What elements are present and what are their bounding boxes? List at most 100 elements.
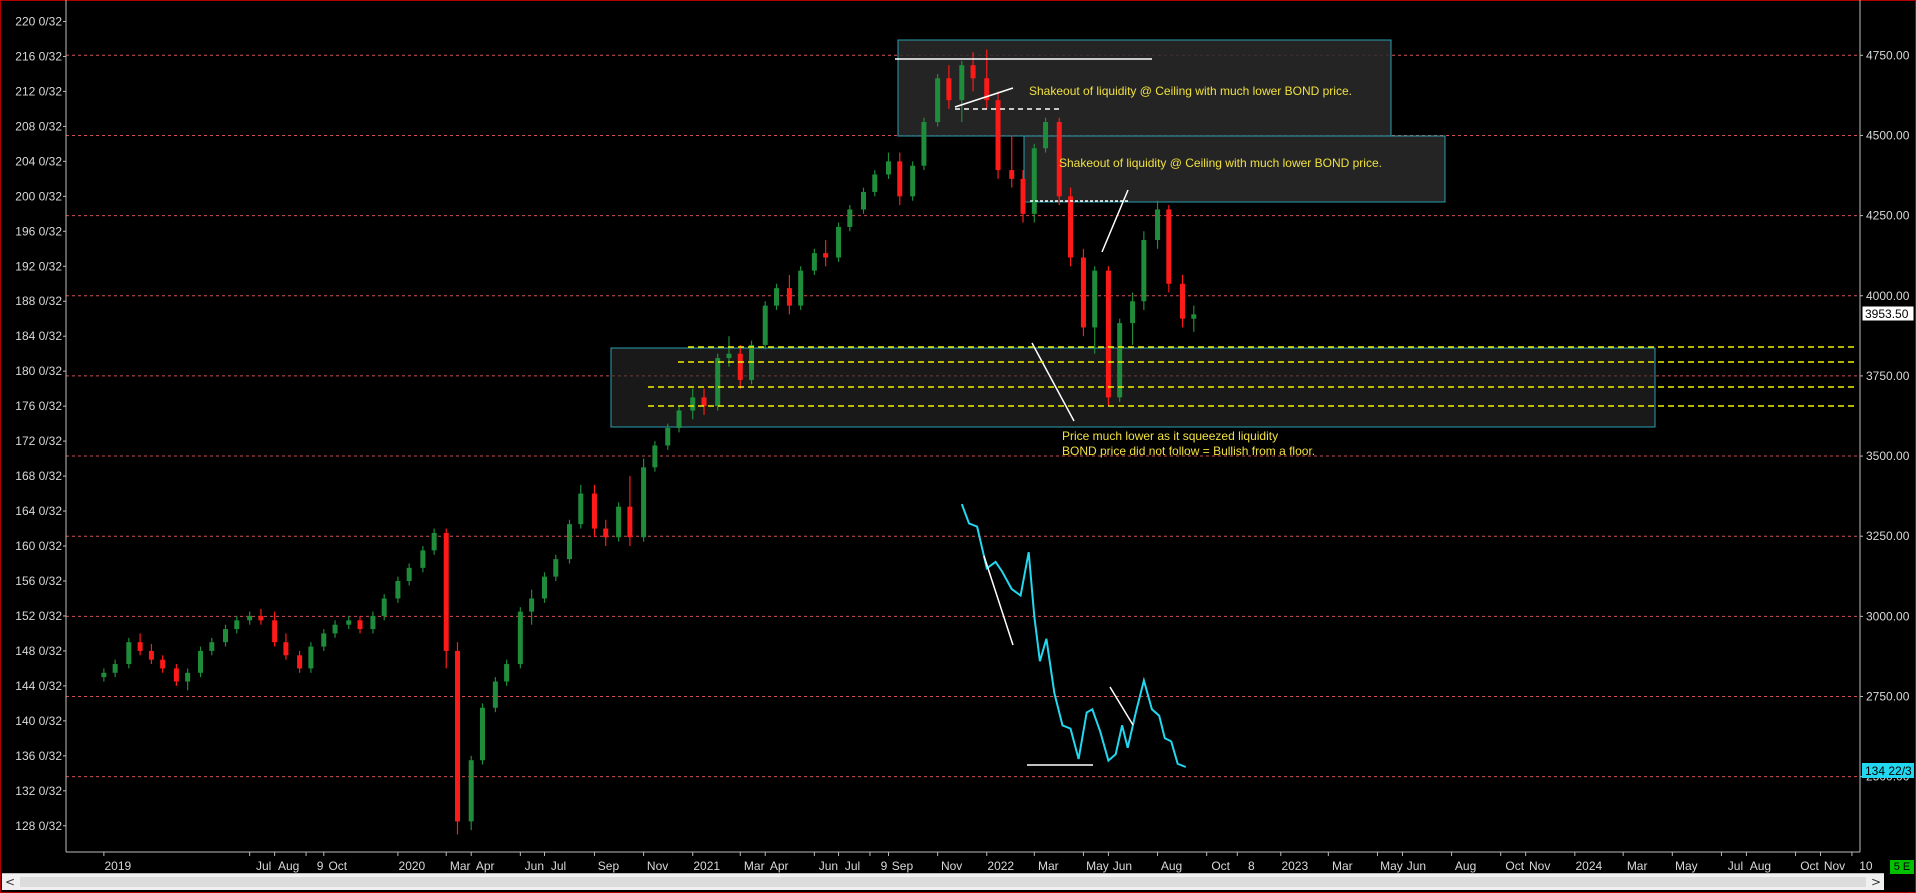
scroll-track[interactable] (20, 877, 1866, 887)
candle-body (198, 650, 204, 673)
x-axis-label: Aug (278, 859, 299, 873)
bond-series (960, 503, 1187, 768)
candle-body (1009, 170, 1015, 179)
x-axis-label: Oct (1505, 859, 1524, 873)
candle-body (578, 493, 584, 525)
candle-body (479, 707, 485, 761)
right-axis-label: 4750.00 (1866, 48, 1910, 62)
left-axis-label: 140 0/32 (15, 714, 62, 728)
candle-body (443, 532, 449, 651)
left-axis-label: 156 0/32 (15, 574, 62, 588)
candle-body (468, 760, 474, 822)
candle-body (492, 681, 498, 708)
x-axis-label: Jun (525, 859, 544, 873)
x-axis-label: Jul (1728, 859, 1743, 873)
candle-body (1068, 196, 1074, 258)
scroll-left-icon[interactable]: < (2, 874, 18, 890)
candle-body (847, 209, 853, 227)
candle-body (455, 650, 461, 822)
horizontal-scrollbar[interactable]: < > (2, 873, 1884, 890)
candle-body (517, 611, 523, 665)
right-axis-label: 2750.00 (1866, 690, 1910, 704)
candle-body (762, 305, 768, 345)
candle-body (959, 65, 965, 101)
price-chart[interactable]: Shakeout of liquidity @ Ceiling with muc… (0, 0, 1916, 893)
candle-body (1180, 283, 1186, 319)
x-axis-label: Oct (328, 859, 347, 873)
candle-body (715, 358, 721, 407)
candle-body (406, 567, 412, 581)
x-axis: 2019 Jul Aug 9 Oct 2020 Mar Apr Jun Jul Sep Nov 2021… (103, 852, 1873, 873)
candle-body (665, 428, 671, 446)
x-axis-label: Sep (892, 859, 914, 873)
candle-body (726, 353, 732, 359)
candle-body (1155, 209, 1161, 241)
candle-body (1092, 270, 1098, 328)
candle-body (321, 633, 327, 647)
candle-body (332, 624, 338, 634)
candle-body (566, 524, 572, 560)
left-axis-label: 136 0/32 (15, 749, 62, 763)
candle-body (701, 397, 707, 407)
right-axis-label: 3500.00 (1866, 449, 1910, 463)
candle-body (603, 528, 609, 538)
x-axis-label: 10 (1859, 859, 1873, 873)
candle-body (209, 642, 215, 651)
x-axis-label: Aug (1455, 859, 1476, 873)
candle-body (234, 620, 240, 630)
left-axis-label: 180 0/32 (15, 364, 62, 378)
bond-line (960, 503, 1187, 768)
candle-body (921, 122, 927, 166)
bond-last-label: 134 22/3 (1865, 764, 1912, 778)
candle-body (897, 161, 903, 197)
x-axis-label: Jun (819, 859, 838, 873)
candle-body (885, 161, 891, 175)
x-axis-label: Oct (1211, 859, 1230, 873)
x-axis-label: Mar (1627, 859, 1648, 873)
x-axis-label: Nov (941, 859, 962, 873)
x-axis-label: Nov (1529, 859, 1550, 873)
x-axis-label: Apr (770, 859, 789, 873)
left-axis-label: 212 0/32 (15, 84, 62, 98)
x-axis-label: Jun (1113, 859, 1132, 873)
candle-body (970, 65, 976, 79)
scroll-right-icon[interactable]: > (1868, 874, 1884, 890)
x-axis-label: Mar (1038, 859, 1059, 873)
candle-body (616, 506, 622, 538)
candle-body (420, 550, 426, 568)
candle-body (160, 659, 166, 669)
annotation-zones (610, 39, 1656, 428)
candle-body (823, 253, 829, 258)
left-axis-label: 132 0/32 (15, 784, 62, 798)
left-axis-label: 144 0/32 (15, 679, 62, 693)
left-axis-label: 200 0/32 (15, 189, 62, 203)
right-axis-label: 3250.00 (1866, 529, 1910, 543)
candle-body (381, 598, 387, 616)
candle-body (529, 598, 535, 612)
x-axis-label: Jun (1407, 859, 1426, 873)
candle-body (357, 620, 363, 630)
x-axis-label: 9 (881, 859, 888, 873)
bond-trend-1 (983, 555, 1014, 646)
candle-body (676, 410, 682, 428)
right-axis-label: 4000.00 (1866, 289, 1910, 303)
x-axis-label: Aug (1750, 859, 1771, 873)
left-axis-label: 164 0/32 (15, 504, 62, 518)
candle-body (431, 532, 437, 551)
left-axis-label: 172 0/32 (15, 434, 62, 448)
bond-trend-2 (1109, 686, 1134, 726)
left-axis-label: 192 0/32 (15, 259, 62, 273)
x-axis-label: Sep (598, 859, 620, 873)
x-axis-label: 8 (1248, 859, 1255, 873)
x-axis-label: 2024 (1575, 859, 1602, 873)
right-axis-label: 3750.00 (1866, 369, 1910, 383)
x-axis-label: 2020 (399, 859, 426, 873)
left-axis-label: 128 0/32 (15, 819, 62, 833)
candle-body (148, 650, 154, 660)
candle-body (591, 493, 597, 529)
x-axis-label: Jul (551, 859, 566, 873)
candle-body (272, 620, 278, 643)
candle-body (935, 78, 941, 123)
candle-body (346, 620, 352, 625)
annotation-floor-2: BOND price did not follow = Bullish from… (1062, 444, 1315, 458)
